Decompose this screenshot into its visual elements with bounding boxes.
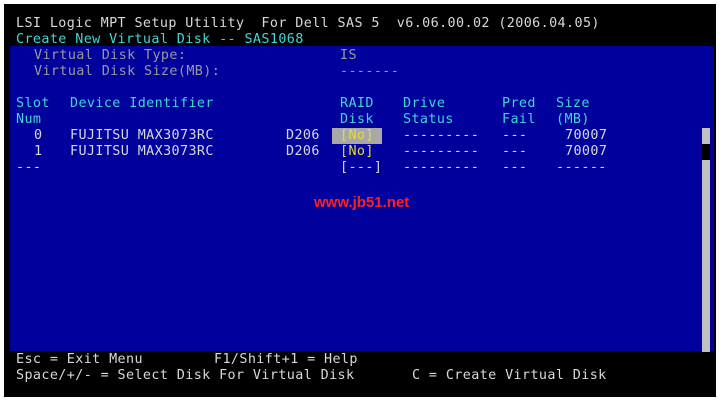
scrollbar-track[interactable] (702, 128, 710, 352)
row-2-slot: --- (16, 160, 42, 175)
help-f1: F1/Shift+1 = Help (214, 352, 358, 367)
row-0-device: FUJITSU MAX3073RC (70, 128, 214, 143)
row-1-raid-toggle[interactable]: [No] (340, 144, 374, 160)
row-0-slot: 0 (34, 128, 43, 143)
vd-type-value: IS (340, 48, 357, 63)
row-2-status: --------- (403, 160, 480, 175)
row-1-rev: D206 (286, 144, 320, 159)
scroll-up-icon[interactable]: ▲ (700, 128, 712, 140)
help-select: Space/+/- = Select Disk For Virtual Disk (16, 368, 355, 383)
col-pred-header: Pred (502, 96, 536, 111)
col-slot-header-2: Num (16, 112, 42, 127)
help-create: C = Create Virtual Disk (412, 368, 607, 383)
col-drive-header-2: Status (403, 112, 454, 127)
row-2-raid-toggle[interactable]: [---] (340, 160, 382, 176)
col-size-header-2: (MB) (556, 112, 590, 127)
vd-size-label: Virtual Disk Size(MB): (34, 64, 221, 79)
row-0-status: --------- (403, 128, 480, 143)
scroll-down-icon[interactable]: ▼ (700, 340, 712, 352)
watermark-text: www.jb51.net (314, 194, 410, 211)
scrollbar[interactable]: ▲ ▼ (700, 128, 712, 352)
col-size-header: Size (556, 96, 590, 111)
app-title: LSI Logic MPT Setup Utility For Dell SAS… (16, 16, 600, 31)
col-raid-header-2: Disk (340, 112, 374, 127)
vd-type-label: Virtual Disk Type: (34, 48, 187, 63)
row-0-rev: D206 (286, 128, 320, 143)
row-1-size: 70007 (565, 144, 608, 159)
col-slot-header: Slot (16, 96, 50, 111)
vd-size-value: ------- (340, 64, 400, 79)
col-raid-header: RAID (340, 96, 374, 111)
row-0-size: 70007 (565, 128, 608, 143)
row-1-slot: 1 (34, 144, 43, 159)
row-0-raid-toggle[interactable]: [No] (332, 128, 382, 144)
col-drive-header: Drive (403, 96, 446, 111)
help-exit: Esc = Exit Menu (16, 352, 143, 367)
col-device-header: Device Identifier (70, 96, 214, 111)
row-1-pred: --- (502, 144, 528, 159)
row-1-device: FUJITSU MAX3073RC (70, 144, 214, 159)
row-1-status: --------- (403, 144, 480, 159)
scrollbar-thumb[interactable] (702, 144, 710, 160)
col-pred-header-2: Fail (502, 112, 536, 127)
row-2-pred: --- (502, 160, 528, 175)
row-2-size: ------ (556, 160, 607, 175)
row-0-pred: --- (502, 128, 528, 143)
